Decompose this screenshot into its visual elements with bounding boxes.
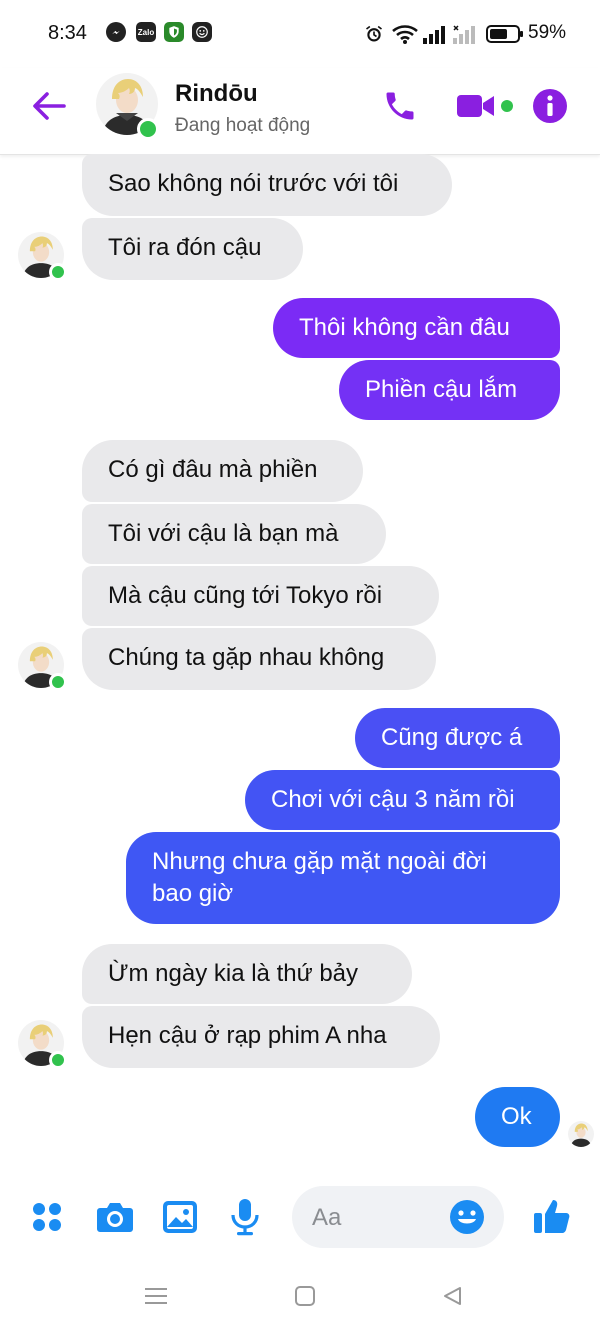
message-bubble-outgoing[interactable]: Phiền cậu lắm — [339, 360, 560, 420]
message-bubble-incoming[interactable]: Hẹn cậu ở rạp phim A nha — [82, 1006, 440, 1068]
camera-icon[interactable] — [96, 1200, 134, 1234]
read-receipt-avatar — [568, 1121, 594, 1147]
emoji-icon[interactable] — [448, 1198, 486, 1236]
apps-menu-icon[interactable] — [32, 1202, 62, 1232]
video-call-icon[interactable] — [456, 92, 496, 120]
message-bubble-incoming[interactable]: Ừm ngày kia là thứ bảy — [82, 944, 412, 1004]
alarm-icon — [366, 25, 382, 42]
chat-header — [0, 68, 600, 155]
zalo-icon: Zalo — [136, 22, 156, 42]
signal-2-icon — [453, 25, 475, 44]
message-bubble-outgoing[interactable]: Thôi không cần đâu — [273, 298, 560, 358]
like-thumb-icon[interactable] — [532, 1196, 572, 1236]
online-indicator — [137, 118, 159, 140]
phone-icon[interactable] — [382, 88, 418, 124]
signal-icon — [423, 26, 445, 44]
message-input-placeholder: Aa — [312, 1204, 342, 1231]
online-indicator — [49, 263, 67, 281]
battery-icon — [486, 25, 523, 43]
gallery-icon[interactable] — [162, 1200, 198, 1234]
message-bubble-incoming[interactable]: Tôi ra đón cậu — [82, 218, 303, 280]
recent-apps-icon[interactable] — [145, 1286, 167, 1306]
back-arrow-icon[interactable] — [30, 90, 66, 122]
contact-status: Đang hoạt động — [175, 115, 311, 136]
home-icon[interactable] — [295, 1286, 315, 1306]
status-time: 8:34 — [48, 22, 87, 44]
info-icon[interactable] — [532, 88, 568, 124]
message-bubble-outgoing[interactable]: Ok — [475, 1087, 560, 1147]
battery-percent: 59% — [528, 22, 567, 43]
microphone-icon[interactable] — [230, 1198, 260, 1236]
online-indicator — [49, 673, 67, 691]
contact-name[interactable]: Rindōu — [175, 80, 258, 108]
back-nav-icon[interactable] — [442, 1286, 462, 1306]
message-bubble-outgoing[interactable]: Cũng được á — [355, 708, 560, 768]
message-bubble-incoming[interactable]: Có gì đâu mà phiền — [82, 440, 363, 502]
status-bar: 8:34 Zalo 59% — [0, 0, 600, 68]
wifi-icon — [392, 25, 418, 44]
online-indicator — [49, 1051, 67, 1069]
message-bubble-incoming[interactable]: Chúng ta gặp nhau không — [82, 628, 436, 690]
message-bubble-outgoing[interactable]: Chơi với cậu 3 năm rồi — [245, 770, 560, 830]
message-bubble-outgoing[interactable]: Nhưng chưa gặp mặt ngoài đời bao giờ — [126, 832, 560, 924]
shield-icon — [164, 22, 184, 42]
messenger-icon — [106, 22, 126, 42]
message-bubble-incoming[interactable]: Sao không nói trước với tôi — [82, 154, 452, 216]
message-bubble-incoming[interactable]: Mà cậu cũng tới Tokyo rồi — [82, 566, 439, 626]
face-icon — [192, 22, 212, 42]
video-active-dot — [501, 100, 513, 112]
message-bubble-incoming[interactable]: Tôi với cậu là bạn mà — [82, 504, 386, 564]
zalo-icon-label: Zalo — [137, 27, 155, 37]
